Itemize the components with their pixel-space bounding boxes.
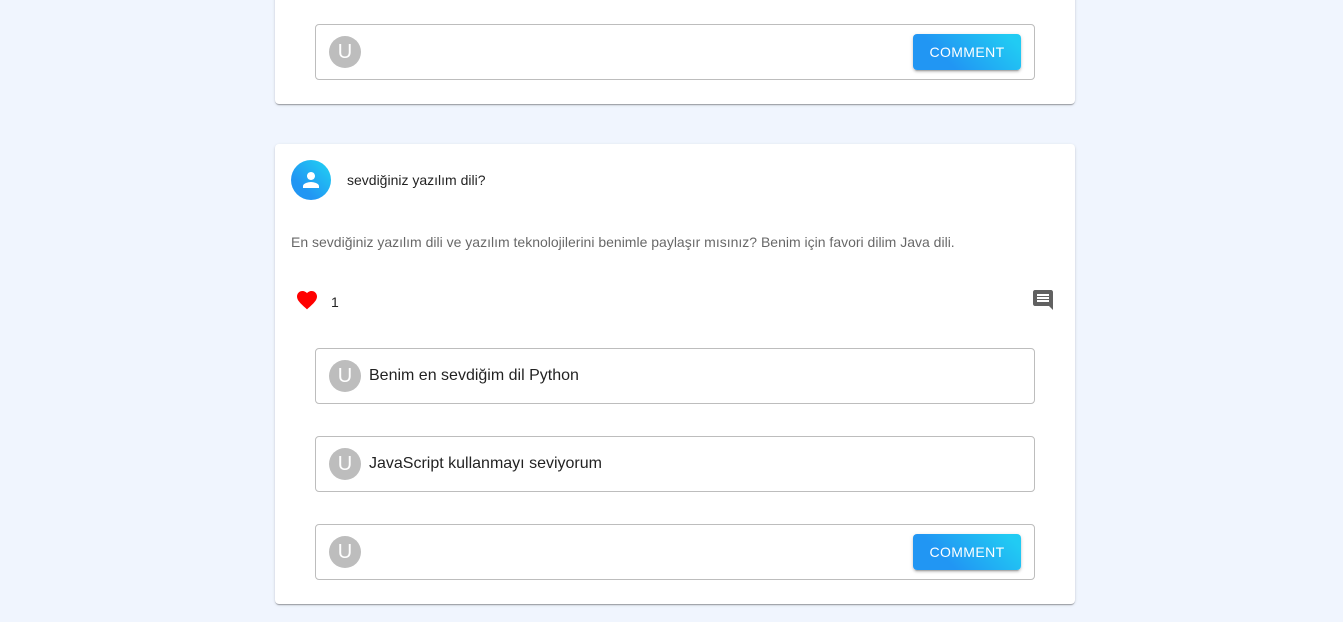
person-icon bbox=[303, 172, 319, 188]
comment-icon[interactable] bbox=[1031, 288, 1055, 312]
comment-item: U JavaScript kullanmayı seviyorum bbox=[315, 436, 1035, 492]
comment-item: U Benim en sevdiğim dil Python bbox=[315, 348, 1035, 404]
avatar: U bbox=[329, 360, 361, 392]
new-comment-form[interactable]: U COMMENT bbox=[315, 524, 1035, 580]
comment-text: JavaScript kullanmayı seviyorum bbox=[369, 455, 602, 472]
avatar: U bbox=[329, 448, 361, 480]
avatar: U bbox=[329, 36, 361, 68]
post-text: En sevdiğiniz yazılım dili ve yazılım te… bbox=[291, 234, 955, 250]
like-count: 1 bbox=[331, 294, 339, 310]
post-card-previous: U COMMENT bbox=[275, 0, 1075, 104]
new-comment-form: U COMMENT bbox=[315, 24, 1035, 80]
post-title: sevdiğiniz yazılım dili? bbox=[347, 172, 486, 188]
post-card: sevdiğiniz yazılım dili? En sevdiğiniz y… bbox=[275, 144, 1075, 604]
heart-icon[interactable] bbox=[295, 288, 319, 312]
avatar bbox=[291, 160, 331, 200]
comment-text: Benim en sevdiğim dil Python bbox=[369, 367, 579, 384]
comment-button[interactable]: COMMENT bbox=[913, 34, 1021, 70]
comment-button[interactable]: COMMENT bbox=[913, 534, 1021, 570]
avatar: U bbox=[329, 536, 361, 568]
